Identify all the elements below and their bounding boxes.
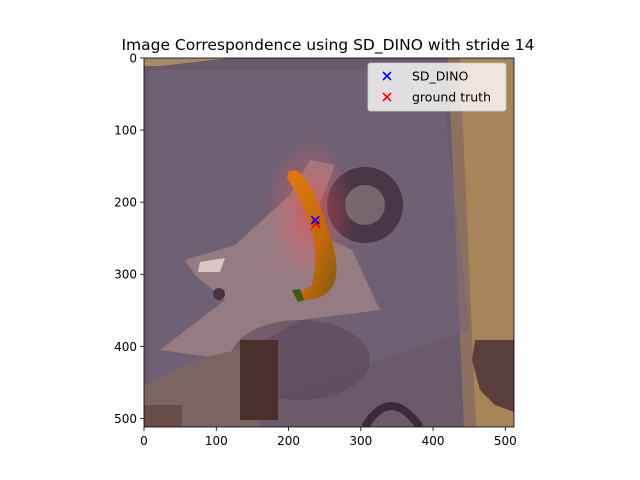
y-tick-label: 400 [114,340,137,354]
y-tick-label: 0 [129,52,137,66]
y-tick-label: 500 [114,412,137,426]
y-tick-label: 200 [114,196,137,210]
figure: Image Correspondence using SD_DINO with … [114,36,534,448]
y-axis: 0 100 200 300 400 500 [114,52,144,426]
x-tick-label: 300 [349,434,372,448]
legend-label: SD_DINO [412,69,468,84]
x-tick-label: 500 [494,434,517,448]
x-tick-label: 0 [140,434,148,448]
x-tick-label: 200 [277,434,300,448]
x-tick-label: 400 [422,434,445,448]
legend-label: ground truth [412,90,491,105]
x-tick-label: 100 [205,434,228,448]
y-tick-label: 300 [114,268,137,282]
chart-title: Image Correspondence using SD_DINO with … [121,36,534,55]
legend: SD_DINOground truth [367,62,507,112]
y-tick-label: 100 [114,124,137,138]
background-image [144,58,514,427]
x-axis: 0 100 200 300 400 500 [140,427,517,448]
